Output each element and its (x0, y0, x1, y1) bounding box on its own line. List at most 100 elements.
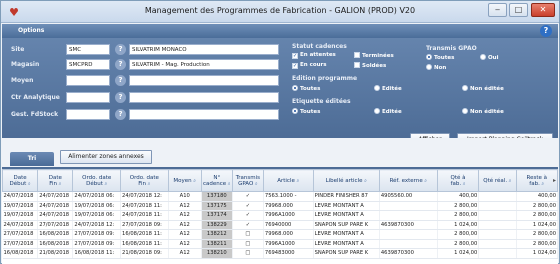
etiquette-editee-radio[interactable]: Editée (374, 108, 402, 115)
site-code-field[interactable]: SMC (66, 44, 110, 55)
table-cell: 27/07/2018 (37, 220, 74, 230)
column-filter-icon[interactable]: ⌕ (540, 181, 544, 187)
column-filter-icon[interactable]: ⌕ (295, 178, 299, 184)
table-cell: 24/07/2018 (2, 191, 39, 202)
table-cell: 79968.000 (263, 201, 314, 211)
minimize-button[interactable]: ‒ (488, 3, 507, 17)
column-header-label: fab. (450, 180, 462, 187)
table-cell: PINDER FINISHER 87 (313, 191, 380, 202)
table-cell (478, 248, 517, 259)
transmis-non-radio[interactable]: Non (426, 64, 446, 71)
column-header[interactable]: Moyen ⌕ (167, 169, 202, 192)
table-row[interactable]: 27/07/2018 16/08/2018 27/07/2018 09: 16/08/… (2, 239, 558, 249)
column-header[interactable]: Article ⌕ (262, 169, 314, 192)
column-filter-icon[interactable]: ⌕ (362, 178, 367, 184)
ctr-lookup-button[interactable]: ? (115, 92, 126, 103)
scroll-right-icon[interactable]: ▸ (553, 177, 556, 184)
tab-tri[interactable]: Tri (10, 152, 54, 166)
table-cell: 16/08/2018 (2, 248, 39, 259)
statut-en-cours-checkbox[interactable]: ✓ En cours (292, 62, 327, 69)
table-row[interactable]: 19/07/2018 24/07/2018 19/07/2018 06: 24/07/… (2, 201, 558, 211)
edition-non-editee-radio[interactable]: Non éditée (462, 85, 504, 92)
gest-description-field (129, 109, 279, 120)
column-header[interactable]: Date Fin ⌕ (37, 169, 74, 192)
maximize-button[interactable]: □ (509, 3, 528, 17)
table-row[interactable]: 24/07/2018 27/07/2018 24/07/2018 12: 27/07/… (2, 220, 558, 230)
table-cell: 2 800,00 (516, 229, 558, 240)
statut-en-attente-checkbox[interactable]: ✓ En attentes (292, 52, 336, 59)
statut-terminees-checkbox[interactable]: Terminées (354, 52, 394, 59)
table-cell (478, 220, 517, 230)
options-label[interactable]: Options (18, 27, 44, 34)
column-header[interactable]: Reste à fab. ⌕ (515, 169, 558, 192)
column-filter-icon[interactable]: ⌕ (57, 181, 62, 187)
alimenter-zones-button[interactable]: Alimenter zones annexes (60, 150, 152, 164)
edition-editee-radio[interactable]: Editée (374, 85, 402, 92)
table-cell: LEVRE MONTANT A (313, 239, 380, 249)
table-row[interactable]: 19/07/2018 24/07/2018 19/07/2018 06: 24/07/… (2, 210, 558, 221)
column-header[interactable]: Qté à fab. ⌕ (436, 169, 480, 192)
column-header[interactable]: Transmis GPAO ⌕ (231, 169, 264, 192)
edition-toutes-radio[interactable]: Toutes (292, 85, 320, 92)
table-cell (478, 229, 517, 240)
table-cell: 24/07/2018 11: (120, 201, 169, 211)
etiquette-toutes-radio[interactable]: Toutes (292, 108, 320, 115)
column-header[interactable]: Réf. externe ⌕ (378, 169, 438, 192)
table-body: 24/07/2018 24/07/2018 24/07/2018 06: 24/07/… (2, 191, 558, 259)
site-row: Site SMC ? SILVATRIM MONACO (2, 44, 282, 56)
column-header[interactable]: Ordo. date Début ⌕ (72, 169, 122, 192)
table-cell: 16/08/2018 (37, 229, 74, 240)
statut-soldees-checkbox[interactable]: Soldées (354, 62, 386, 69)
etiquette-non-editee-radio[interactable]: Non éditée (462, 108, 504, 115)
column-filter-icon[interactable]: ⌕ (461, 181, 466, 187)
column-header[interactable]: Ordo. date Fin ⌕ (120, 169, 169, 192)
gest-code-field[interactable] (66, 109, 110, 120)
table-cell: LEVRE MONTANT A (313, 201, 380, 211)
column-header[interactable]: Date Début ⌕ (2, 169, 39, 192)
transmis-toutes-radio[interactable]: Toutes (426, 54, 454, 61)
column-header[interactable]: Qté réal. ⌕ (478, 169, 517, 192)
column-header-label: Début (86, 180, 103, 187)
table-row[interactable]: 27/07/2018 16/08/2018 27/07/2018 09: 16/08/… (2, 229, 558, 240)
column-filter-icon[interactable]: ⌕ (146, 181, 151, 187)
moyen-lookup-button[interactable]: ? (115, 75, 126, 86)
transmis-oui-label: Oui (488, 55, 499, 61)
moyen-code-field[interactable] (66, 75, 110, 86)
table-cell: ✓ (232, 220, 264, 230)
table-cell: 4639870300 (379, 220, 438, 230)
magasin-lookup-button[interactable]: ? (115, 59, 126, 70)
table-cell: A12 (168, 229, 202, 240)
column-filter-icon[interactable]: ⌕ (226, 181, 231, 187)
column-filter-icon[interactable]: ⌕ (26, 181, 31, 187)
check-icon: ✓ (292, 63, 298, 69)
column-header-label: Qté réal. (483, 177, 508, 184)
help-icon[interactable]: ? (540, 25, 552, 37)
transmis-oui-radio[interactable]: Oui (480, 54, 498, 61)
column-filter-icon[interactable]: ⌕ (103, 181, 107, 187)
table-header-row: Date Début ⌕ Date Fin ⌕ Ordo. date Début ⌕ Ord… (2, 169, 558, 192)
gest-lookup-button[interactable]: ? (115, 109, 126, 120)
programme-table: Date Début ⌕ Date Fin ⌕ Ordo. date Début ⌕ Ord… (2, 169, 558, 259)
column-header[interactable]: N° cadence ⌕ (200, 169, 233, 192)
table-cell: 1 024,00 (516, 220, 558, 230)
table-cell: 7996A1000 (263, 210, 314, 221)
gest-row: Gest. FdStock ? (2, 109, 282, 121)
window-title: Management des Programmes de Fabrication… (144, 6, 416, 15)
column-header[interactable]: Libellé article ⌕ (312, 169, 380, 192)
column-filter-icon[interactable]: ⌕ (192, 178, 196, 184)
column-filter-icon[interactable]: ⌕ (253, 181, 258, 187)
table-cell: 769483000 (263, 248, 314, 259)
table-row[interactable]: 24/07/2018 24/07/2018 24/07/2018 06: 24/07/… (2, 191, 558, 202)
column-filter-icon[interactable]: ⌕ (423, 178, 427, 184)
site-lookup-button[interactable]: ? (115, 44, 126, 55)
column-filter-icon[interactable]: ⌕ (507, 178, 512, 184)
statut-soldees-label: Soldées (362, 63, 387, 69)
transmis-toutes-label: Toutes (434, 55, 455, 61)
table-cell (478, 239, 517, 249)
table-row[interactable]: 16/08/2018 21/08/2018 16/08/2018 11: 21/08/… (2, 248, 558, 259)
site-label: Site (11, 46, 25, 53)
magasin-code-field[interactable]: SMCPRD (66, 59, 110, 70)
close-button[interactable]: ✕ (531, 3, 555, 17)
ctr-code-field[interactable] (66, 92, 110, 103)
table-cell: 2 800,00 (516, 239, 558, 249)
